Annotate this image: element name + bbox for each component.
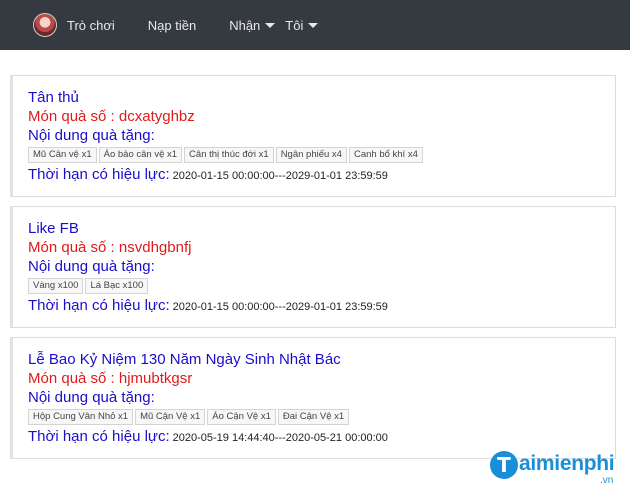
me-label: Tôi <box>285 17 304 33</box>
gift-items: Mũ Cân vệ x1 Áo bảo cân vệ x1 Cân thị th… <box>28 147 615 163</box>
me-dropdown[interactable]: Tôi <box>285 17 319 33</box>
games-label: Trò chơi <box>67 17 115 33</box>
gift-item-tag: Áo bảo cân vệ x1 <box>98 147 183 163</box>
gift-title: Tân thủ <box>28 89 79 106</box>
watermark-text: aimienphi <box>519 452 615 475</box>
receive-dropdown[interactable]: Nhận <box>229 17 276 33</box>
gift-item-tag: Hộp Cung Vân Nhỏ x1 <box>28 409 134 425</box>
gift-content-label: Nội dung quà tặng: <box>28 127 155 144</box>
gift-items: Vàng x100 Lá Bạc x100 <box>28 278 615 294</box>
gift-item-tag: Vàng x100 <box>28 278 84 294</box>
chevron-down-icon <box>265 22 276 28</box>
games-link[interactable]: Trò chơi <box>33 13 115 37</box>
gift-card: Tân thủ Món quà số : dcxatyghbz Nội dung… <box>10 75 616 197</box>
gift-item-tag: Mũ Cận Vệ x1 <box>135 409 206 425</box>
validity-range: 2020-01-15 00:00:00---2029-01-01 23:59:5… <box>172 301 388 313</box>
gift-title: Like FB <box>28 220 79 237</box>
validity-range: 2020-05-19 14:44:40---2020-05-21 00:00:0… <box>172 432 388 444</box>
gift-code: Món quà số : hjmubtkgsr <box>28 370 193 387</box>
validity-range: 2020-01-15 00:00:00---2029-01-01 23:59:5… <box>172 170 388 182</box>
gift-card: Like FB Món quà số : nsvdhgbnfj Nội dung… <box>10 206 616 328</box>
receive-label: Nhận <box>229 17 261 33</box>
gift-items: Hộp Cung Vân Nhỏ x1 Mũ Cận Vệ x1 Áo Cận … <box>28 409 615 425</box>
gift-title: Lễ Bao Kỷ Niệm 130 Năm Ngày Sinh Nhật Bá… <box>28 351 341 368</box>
watermark-logo: T aimienphi .vn <box>490 451 615 486</box>
gift-item-tag: Lá Bạc x100 <box>85 278 149 294</box>
gift-item-tag: Đai Cận Vệ x1 <box>277 409 350 425</box>
gift-card: Lễ Bao Kỷ Niệm 130 Năm Ngày Sinh Nhật Bá… <box>10 337 616 459</box>
validity-label: Thời hạn có hiệu lực: <box>28 428 170 445</box>
avatar <box>33 13 57 37</box>
gift-item-tag: Áo Cận Vệ x1 <box>207 409 276 425</box>
gift-content-label: Nội dung quà tặng: <box>28 258 155 275</box>
gift-item-tag: Cân thị thúc đới x1 <box>184 147 274 163</box>
watermark-letter: T <box>490 451 518 479</box>
chevron-down-icon <box>308 22 319 28</box>
gift-validity: Thời hạn có hiệu lực: 2020-01-15 00:00:0… <box>28 165 615 184</box>
deposit-link[interactable]: Nạp tiền <box>148 18 196 33</box>
gift-code: Món quà số : nsvdhgbnfj <box>28 239 192 256</box>
gift-validity: Thời hạn có hiệu lực: 2020-05-19 14:44:4… <box>28 427 615 446</box>
top-navbar: Trò chơi Nạp tiền Nhận Tôi <box>0 0 630 50</box>
validity-label: Thời hạn có hiệu lực: <box>28 166 170 183</box>
gift-item-tag: Canh bổ khí x4 <box>348 147 423 163</box>
gift-item-tag: Mũ Cân vệ x1 <box>28 147 97 163</box>
gift-code: Món quà số : dcxatyghbz <box>28 108 195 125</box>
gift-item-tag: Ngân phiếu x4 <box>275 147 347 163</box>
validity-label: Thời hạn có hiệu lực: <box>28 297 170 314</box>
gift-validity: Thời hạn có hiệu lực: 2020-01-15 00:00:0… <box>28 296 615 315</box>
gift-content-label: Nội dung quà tặng: <box>28 389 155 406</box>
watermark-suffix: .vn <box>600 475 614 486</box>
